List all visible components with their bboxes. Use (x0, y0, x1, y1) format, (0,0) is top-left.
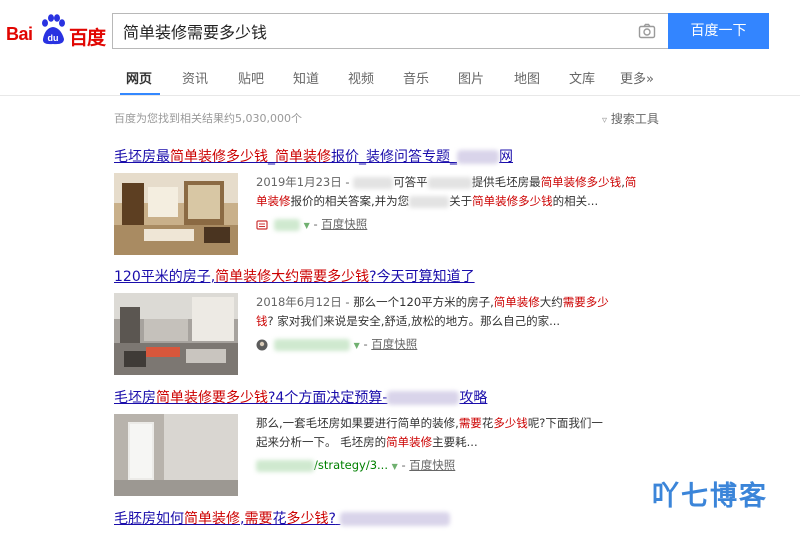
result-title[interactable]: 毛坯房最简单装修多少钱_简单装修报价_装修问答专题_ 网 (114, 146, 513, 166)
result-thumbnail[interactable] (114, 414, 238, 496)
active-tab-indicator (120, 93, 160, 95)
result-title[interactable]: 120平米的房子,简单装修大约需要多少钱?今天可算知道了 (114, 266, 475, 286)
cache-link[interactable]: 百度快照 (409, 458, 455, 472)
result-count: 百度为您找到相关结果约5,030,000个 (114, 112, 302, 125)
tab-zhidao[interactable]: 知道 (293, 68, 319, 87)
dropdown-icon[interactable]: ▼ (354, 341, 360, 350)
result-snippet: 2018年6月12日 - 那么一个120平方米的房子,简单装修大约需要多少 钱?… (256, 295, 609, 328)
watermark: 吖七博客 (652, 481, 768, 512)
tab-web[interactable]: 网页 (126, 68, 152, 87)
search-tabs: 网页 资讯 贴吧 知道 视频 音乐 图片 地图 文库 更多» (0, 60, 800, 96)
camera-icon[interactable] (638, 22, 656, 40)
result-title[interactable]: 毛坯房简单装修要多少钱?4个方面决定预算- 攻略 (114, 387, 487, 407)
search-tools-label: 搜索工具 (610, 112, 659, 126)
tab-images[interactable]: 图片 (458, 68, 484, 87)
result-thumbnail[interactable] (114, 293, 238, 375)
result-thumbnail[interactable] (114, 173, 238, 255)
search-input[interactable] (113, 14, 628, 48)
baidu-logo[interactable]: Bai du 百度 (6, 10, 106, 50)
site-favicon (256, 219, 268, 231)
header: Bai du 百度 百度一下 (0, 0, 800, 58)
search-result: 毛胚房如何简单装修,需要花多少钱? (114, 508, 674, 533)
tab-music[interactable]: 音乐 (403, 68, 429, 87)
logo-text-bai: Bai (6, 24, 33, 44)
search-result: 120平米的房子,简单装修大约需要多少钱?今天可算知道了 2018年6月12日 … (114, 266, 674, 376)
result-source: ▼ - 百度快照 (256, 336, 417, 352)
paw-icon: du (42, 14, 65, 45)
result-source: /strategy/3... ▼ - 百度快照 (256, 457, 455, 473)
redacted-text (340, 512, 451, 526)
result-snippet: 2019年1月23日 - 可答平 提供毛坯房最简单装修多少钱,简 单装修报价的相关… (256, 175, 637, 208)
search-result: 毛坯房最简单装修多少钱_简单装修报价_装修问答专题_ 网 2019年1月23日 -… (114, 146, 674, 256)
search-box (112, 13, 668, 49)
dropdown-icon[interactable]: ▼ (392, 462, 398, 471)
tab-wenku[interactable]: 文库 (569, 68, 595, 87)
redacted-text (387, 391, 460, 405)
search-button[interactable]: 百度一下 (668, 13, 769, 49)
redacted-text (457, 150, 499, 164)
dropdown-icon[interactable]: ▼ (304, 221, 310, 230)
cache-link[interactable]: 百度快照 (321, 217, 367, 231)
search-tools[interactable]: ▿ 搜索工具 (602, 110, 659, 127)
tab-tieba[interactable]: 贴吧 (238, 68, 264, 87)
tab-video[interactable]: 视频 (348, 68, 374, 87)
tab-news[interactable]: 资讯 (182, 68, 208, 87)
author-avatar (256, 339, 268, 351)
bare-room-image (114, 414, 238, 496)
tab-map[interactable]: 地图 (514, 68, 540, 87)
cache-link[interactable]: 百度快照 (371, 337, 417, 351)
paw-text: du (48, 33, 59, 43)
result-snippet: 那么,一套毛坯房如果要进行简单的装修,需要花多少钱呢?下面我们一 起来分析一下。… (256, 416, 603, 449)
search-result: 毛坯房简单装修要多少钱?4个方面决定预算- 攻略 那么,一套毛坯房如果要进行简单的… (114, 387, 674, 497)
result-title[interactable]: 毛胚房如何简单装修,需要花多少钱? (114, 508, 451, 528)
filter-icon: ▿ (602, 115, 608, 126)
modern-living-room-image (114, 293, 238, 375)
result-url[interactable]: /strategy/3... (314, 458, 388, 472)
living-room-image (114, 173, 238, 255)
tab-more[interactable]: 更多» (620, 68, 654, 87)
logo-text-baidu: 百度 (69, 27, 106, 49)
result-source: ▼ - 百度快照 (256, 216, 367, 232)
